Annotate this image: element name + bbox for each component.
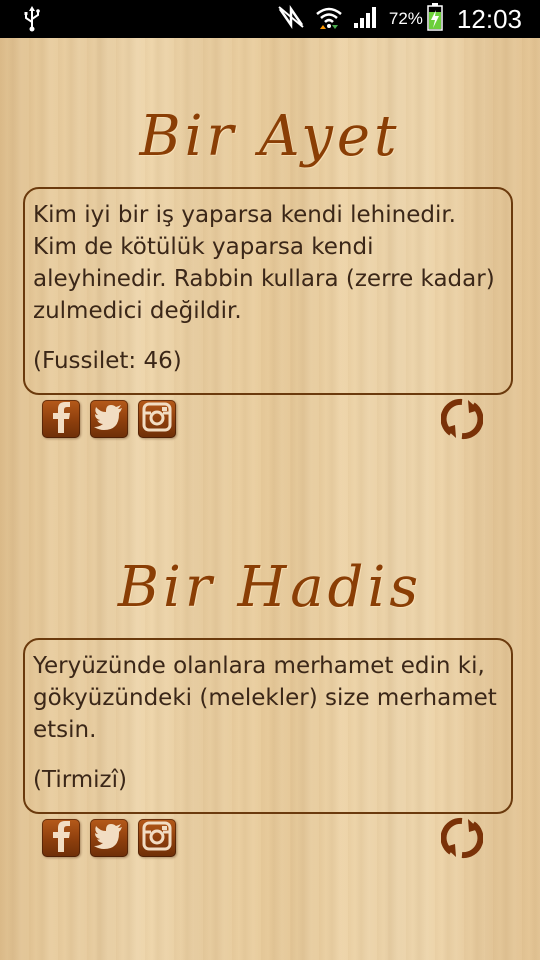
hadis-source: (Tirmizî): [33, 767, 127, 793]
hadis-twitter-button[interactable]: [90, 819, 128, 857]
ayet-share-row: [42, 400, 186, 438]
hadis-instagram-button[interactable]: [138, 819, 176, 857]
facebook-icon: [50, 401, 72, 437]
hadis-share-row: [42, 819, 186, 857]
wifi-icon: [315, 5, 343, 33]
facebook-icon: [50, 820, 72, 856]
battery-charging-icon: [427, 3, 443, 35]
ayet-card: Kim iyi bir iş yaparsa kendi lehinedir. …: [23, 187, 513, 395]
ayet-instagram-button[interactable]: [138, 400, 176, 438]
ayet-facebook-button[interactable]: [42, 400, 80, 438]
clock: 12:03: [456, 3, 522, 34]
hadis-text: Yeryüzünde olanlara merhamet edin ki, gö…: [33, 653, 497, 743]
instagram-icon: [142, 402, 172, 436]
hadis-card: Yeryüzünde olanlara merhamet edin ki, gö…: [23, 638, 513, 814]
battery-percent: 72%: [388, 9, 423, 28]
hadis-title: Bir Hadis: [117, 555, 423, 620]
ayet-twitter-button[interactable]: [90, 400, 128, 438]
ayet-source: (Fussilet: 46): [33, 348, 182, 374]
instagram-icon: [142, 821, 172, 855]
nfc-icon: [277, 4, 305, 33]
ayet-title: Bir Ayet: [139, 104, 401, 169]
refresh-icon: [440, 398, 484, 444]
usb-icon: [22, 6, 42, 36]
hadis-refresh-button[interactable]: [440, 817, 484, 859]
signal-icon: [353, 5, 379, 33]
ayet-refresh-button[interactable]: [440, 398, 484, 440]
twitter-icon: [94, 823, 124, 853]
status-bar: 72% 12:03: [0, 0, 540, 38]
hadis-facebook-button[interactable]: [42, 819, 80, 857]
ayet-text: Kim iyi bir iş yaparsa kendi lehinedir. …: [33, 202, 495, 324]
refresh-icon: [440, 817, 484, 863]
twitter-icon: [94, 404, 124, 434]
